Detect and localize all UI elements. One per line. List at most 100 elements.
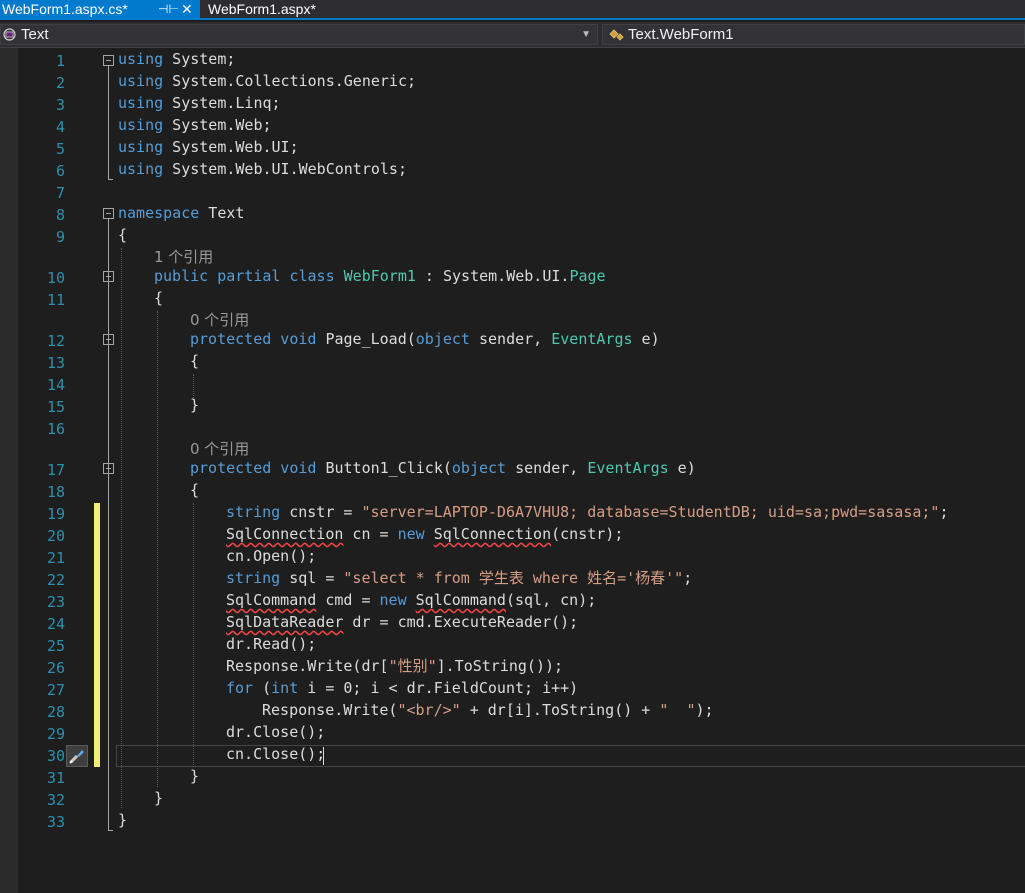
class-dropdown-value: Text.WebForm1 bbox=[628, 26, 734, 43]
tab-webform1-aspx[interactable]: WebForm1.aspx* bbox=[208, 0, 316, 18]
code-line[interactable]: Response.Write("<br/>" + dr[i].ToString(… bbox=[262, 699, 714, 721]
tab-label: WebForm1.aspx* bbox=[208, 1, 316, 17]
code-text: dr = cmd.ExecuteReader(); bbox=[343, 613, 579, 631]
type-name: EventArgs bbox=[587, 459, 669, 477]
unresolved-type: SqlCommand bbox=[226, 591, 317, 609]
class-icon bbox=[609, 29, 624, 41]
code-line[interactable]: { bbox=[190, 350, 199, 372]
line-number: 2 bbox=[55, 74, 65, 92]
code-text: dr.Read(); bbox=[226, 635, 317, 653]
line-number: 5 bbox=[55, 140, 65, 158]
code-text: cmd = bbox=[316, 591, 380, 609]
type-name: EventArgs bbox=[551, 330, 633, 348]
tab-webform1-aspx-cs[interactable]: WebForm1.aspx.cs* ⊣⊢ ✕ bbox=[0, 0, 200, 18]
line-number: 8 bbox=[55, 206, 65, 224]
code-line[interactable]: } bbox=[118, 809, 127, 831]
code-line[interactable]: public partial class WebForm1 : System.W… bbox=[154, 265, 606, 287]
code-line[interactable]: Response.Write(dr["性别"].ToString()); bbox=[226, 655, 563, 677]
string-literal: "select * from 学生表 where 姓名='杨春'" bbox=[343, 569, 684, 587]
keyword: using bbox=[118, 138, 164, 156]
code-line[interactable]: SqlConnection cn = new SqlConnection(cns… bbox=[226, 523, 623, 545]
code-line[interactable]: { bbox=[190, 479, 199, 501]
code-line[interactable]: using System.Web.UI; bbox=[118, 136, 299, 158]
line-number: 29 bbox=[46, 725, 65, 743]
code-text: Button1_Click( bbox=[316, 459, 452, 477]
code-line[interactable]: SqlDataReader dr = cmd.ExecuteReader(); bbox=[226, 611, 578, 633]
code-line[interactable]: namespace Text bbox=[118, 202, 244, 224]
code-line[interactable]: protected void Page_Load(object sender, … bbox=[190, 328, 660, 350]
collapse-toggle-usings[interactable] bbox=[103, 55, 114, 66]
document-tab-strip: WebForm1.aspx.cs* ⊣⊢ ✕ WebForm1.aspx* bbox=[0, 0, 1025, 20]
code-line[interactable]: dr.Read(); bbox=[226, 633, 316, 655]
line-number: 26 bbox=[46, 659, 65, 677]
code-text: ); bbox=[695, 701, 714, 719]
code-line[interactable]: using System.Linq; bbox=[118, 92, 281, 114]
code-line[interactable]: { bbox=[154, 287, 163, 309]
line-number: 17 bbox=[46, 461, 65, 479]
code-line[interactable]: using System.Web.UI.WebControls; bbox=[118, 158, 407, 180]
code-line[interactable]: using System; bbox=[118, 48, 235, 70]
line-number: 30 bbox=[46, 747, 65, 765]
string-literal: "性别" bbox=[388, 657, 437, 675]
collapse-toggle-page-load[interactable] bbox=[103, 334, 114, 345]
code-line[interactable]: SqlCommand cmd = new SqlCommand(sql, cn)… bbox=[226, 589, 596, 611]
keyword: object bbox=[415, 330, 470, 348]
code-text: System.Linq; bbox=[163, 94, 281, 112]
collapse-toggle-button-click[interactable] bbox=[103, 463, 114, 474]
collapse-toggle-class[interactable] bbox=[103, 271, 114, 282]
keyword: void bbox=[271, 330, 317, 348]
code-text: } bbox=[118, 811, 128, 829]
class-dropdown[interactable]: Text.WebForm1 bbox=[602, 24, 1025, 45]
keyword: new bbox=[379, 591, 407, 609]
code-line[interactable]: using System.Collections.Generic; bbox=[118, 70, 416, 92]
code-line[interactable]: } bbox=[190, 394, 199, 416]
keyword: namespace bbox=[118, 204, 200, 222]
line-number: 23 bbox=[46, 593, 65, 611]
code-line[interactable]: string sql = "select * from 学生表 where 姓名… bbox=[226, 567, 692, 589]
code-text: dr.Close(); bbox=[226, 723, 326, 741]
code-text: System.Web; bbox=[163, 116, 272, 134]
code-text: ; bbox=[683, 569, 693, 587]
code-line[interactable]: } bbox=[154, 787, 163, 809]
code-text: e) bbox=[632, 330, 660, 348]
line-number: 16 bbox=[46, 420, 65, 438]
code-line[interactable]: } bbox=[190, 765, 199, 787]
indent-guide bbox=[193, 503, 194, 767]
unresolved-type: SqlCommand bbox=[415, 591, 506, 609]
code-line[interactable]: for (int i = 0; i < dr.FieldCount; i++) bbox=[226, 677, 578, 699]
code-line[interactable]: cn.Open(); bbox=[226, 545, 316, 567]
line-number: 13 bbox=[46, 354, 65, 372]
code-text: } bbox=[190, 767, 200, 785]
code-line[interactable]: string cnstr = "server=LAPTOP-D6A7VHU8; … bbox=[226, 501, 948, 523]
line-number: 7 bbox=[55, 184, 65, 202]
code-text: { bbox=[118, 226, 128, 244]
keyword: for bbox=[226, 679, 254, 697]
quick-actions-brush-icon[interactable] bbox=[66, 745, 88, 767]
code-text: Page_Load( bbox=[316, 330, 416, 348]
line-number: 20 bbox=[46, 527, 65, 545]
code-text: ( bbox=[253, 679, 272, 697]
code-line[interactable]: using System.Web; bbox=[118, 114, 272, 136]
pin-icon[interactable]: ⊣⊢ bbox=[158, 0, 179, 18]
keyword: void bbox=[271, 459, 317, 477]
code-line[interactable]: cn.Close(); bbox=[226, 743, 325, 765]
keyword: protected bbox=[190, 459, 272, 477]
code-line[interactable]: { bbox=[118, 224, 127, 246]
collapse-toggle-namespace[interactable] bbox=[103, 208, 114, 219]
code-line[interactable]: protected void Button1_Click(object send… bbox=[190, 457, 696, 479]
keyword: using bbox=[118, 72, 164, 90]
close-icon[interactable]: ✕ bbox=[181, 0, 193, 18]
code-text: System.Collections.Generic; bbox=[163, 72, 417, 90]
unresolved-type: SqlConnection bbox=[433, 525, 552, 543]
string-literal: "server=LAPTOP-D6A7VHU8; database=Studen… bbox=[361, 503, 940, 521]
project-dropdown[interactable]: Text ▼ bbox=[0, 24, 598, 45]
line-number: 1 bbox=[55, 52, 65, 70]
unresolved-type: SqlConnection bbox=[226, 525, 344, 543]
code-text: (cnstr); bbox=[551, 525, 624, 543]
code-line[interactable]: dr.Close(); bbox=[226, 721, 325, 743]
tab-label: WebForm1.aspx.cs* bbox=[2, 1, 128, 17]
chevron-down-icon[interactable]: ▼ bbox=[581, 25, 591, 44]
code-text: } bbox=[190, 396, 200, 414]
keyword: protected bbox=[190, 330, 272, 348]
fold-line bbox=[108, 219, 109, 831]
